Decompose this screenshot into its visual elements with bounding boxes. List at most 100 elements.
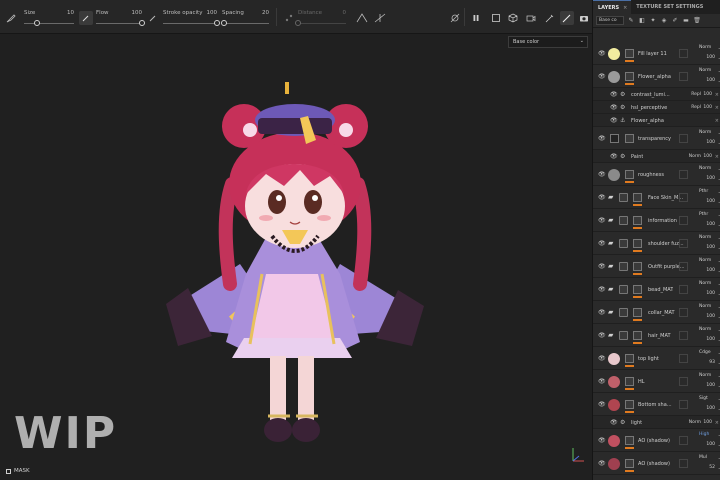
layer-row[interactable]: 👁top lightCdge⌄93⌄ <box>593 347 720 370</box>
layer-row[interactable]: 👁 ⚙ contrast_lumi... Repl 100 × <box>593 88 720 101</box>
blend-mode[interactable]: Norm <box>689 420 701 425</box>
stroke-opacity-knob[interactable] <box>214 20 220 26</box>
stroke-opacity-pen-icon[interactable] <box>146 11 160 25</box>
blend-mode[interactable]: Cdge <box>699 350 718 355</box>
opacity-value[interactable]: 100 <box>699 268 715 273</box>
layer-row[interactable]: 👁transparencyNorm⌄100⌄ <box>593 127 720 150</box>
visibility-eye-icon[interactable]: 👁 <box>598 355 606 362</box>
visibility-eye-icon[interactable]: 👁 <box>610 104 618 111</box>
opacity-value[interactable]: 100 <box>699 176 715 181</box>
layer-row[interactable]: 👁▰informationPthr⌄100⌄ <box>593 209 720 232</box>
spacing-knob[interactable] <box>221 20 228 26</box>
layer-row[interactable]: 👁▰collar_MATNorm⌄100⌄ <box>593 301 720 324</box>
visibility-eye-icon[interactable]: 👁 <box>598 309 606 316</box>
opacity-value[interactable]: 100 <box>699 314 715 319</box>
add-generator-icon[interactable]: ✦ <box>649 16 657 25</box>
layer-row[interactable]: 👁 ⚓ Flower_alpha × <box>593 114 720 127</box>
tab-layers[interactable]: LAYERS × <box>593 0 632 14</box>
close-icon[interactable]: × <box>715 105 719 111</box>
symmetry-icon[interactable] <box>355 11 369 25</box>
visibility-eye-icon[interactable]: 👁 <box>598 135 606 142</box>
delete-layer-icon[interactable]: 🗑 <box>693 16 701 25</box>
blend-mode[interactable]: High <box>699 432 718 437</box>
visibility-eye-icon[interactable]: 👁 <box>598 378 606 385</box>
visibility-eye-icon[interactable]: 👁 <box>598 240 606 247</box>
add-mask-icon[interactable]: ◧ <box>638 16 646 25</box>
close-icon[interactable]: × <box>715 154 719 160</box>
opacity-value[interactable]: 100 <box>699 55 715 60</box>
lazy-mouse-icon[interactable] <box>282 11 296 25</box>
visibility-eye-icon[interactable]: 👁 <box>598 401 606 408</box>
opacity-value[interactable]: 100 <box>699 140 715 145</box>
blend-mode[interactable]: Repl <box>691 92 701 97</box>
close-icon[interactable]: × <box>715 118 719 124</box>
layer-row[interactable]: 👁▰hair_MATNorm⌄100⌄ <box>593 324 720 347</box>
visibility-eye-icon[interactable]: 👁 <box>598 263 606 270</box>
blend-mode[interactable]: Pthr <box>699 189 718 194</box>
spacing-slider[interactable]: Spacing 20 <box>221 10 269 28</box>
screenshot-camera-icon[interactable] <box>577 11 591 25</box>
blend-mode[interactable]: Norm <box>699 327 718 332</box>
visibility-eye-icon[interactable]: 👁 <box>610 117 618 124</box>
layer-row[interactable]: 👁▰shoulder fuz...Norm⌄100⌄ <box>593 232 720 255</box>
hide-ui-icon[interactable] <box>448 11 462 25</box>
layer-row[interactable]: 👁▰Face Skin_M...Pthr⌄100⌄ <box>593 186 720 209</box>
layer-row[interactable]: 👁AO (shadow)High⌄100⌄ <box>593 429 720 452</box>
opacity-value[interactable]: 100 <box>699 442 715 447</box>
texture-set-select[interactable]: Base co <box>596 16 624 25</box>
visibility-eye-icon[interactable]: 👁 <box>610 91 618 98</box>
layer-row[interactable]: 👁 ⚙ hsl_perceptive Repl 100 × <box>593 101 720 114</box>
visibility-eye-icon[interactable]: 👁 <box>610 153 618 160</box>
opacity-value[interactable]: 100 <box>699 199 715 204</box>
symmetry-axis-icon[interactable] <box>373 11 387 25</box>
flow-knob[interactable] <box>139 20 145 26</box>
opacity-value[interactable]: 100 <box>699 291 715 296</box>
layer-row[interactable]: 👁Bottom sha...Sigt⌄100⌄ <box>593 393 720 416</box>
close-icon[interactable]: × <box>715 420 719 426</box>
opacity-value[interactable]: 100 <box>699 383 715 388</box>
layer-row[interactable]: 👁roughnessNorm⌄100⌄ <box>593 163 720 186</box>
pause-icon[interactable] <box>469 11 483 25</box>
visibility-eye-icon[interactable]: 👁 <box>598 437 606 444</box>
visibility-eye-icon[interactable]: 👁 <box>598 460 606 467</box>
blend-mode[interactable]: Norm <box>699 130 718 135</box>
layer-row[interactable]: 👁AO (shadow)Mul⌄52⌄ <box>593 452 720 475</box>
blend-mode[interactable]: Norm <box>699 166 718 171</box>
layer-row[interactable]: 👁▰Outfit purple...Norm⌄100⌄ <box>593 255 720 278</box>
opacity-value[interactable]: 93 <box>699 360 715 365</box>
layer-row[interactable]: 👁▰bead_MATNorm⌄100⌄ <box>593 278 720 301</box>
size-knob[interactable] <box>33 20 40 26</box>
blend-mode[interactable]: Norm <box>699 281 718 286</box>
visibility-eye-icon[interactable]: 👁 <box>598 217 606 224</box>
flow-slider[interactable]: Flow 100 <box>96 10 145 28</box>
layer-row[interactable]: 👁 ⚙ Paint Norm 100 × <box>593 150 720 163</box>
opacity-value[interactable]: 100 <box>703 154 712 159</box>
mask-toggle[interactable]: MASK <box>6 468 30 474</box>
opacity-value[interactable]: 100 <box>699 337 715 342</box>
blend-mode[interactable]: Norm <box>699 45 718 50</box>
visibility-eye-icon[interactable]: 👁 <box>598 73 606 80</box>
mask-checkbox[interactable] <box>6 468 11 474</box>
pen-pressure-icon[interactable] <box>79 11 93 25</box>
opacity-value[interactable]: 100 <box>699 222 715 227</box>
layer-row[interactable]: 👁HLNorm⌄100⌄ <box>593 370 720 393</box>
visibility-eye-icon[interactable]: 👁 <box>598 286 606 293</box>
distance-slider[interactable]: Distance 0 <box>295 10 346 28</box>
brush-preset-icon[interactable] <box>4 11 18 25</box>
add-paint-layer-icon[interactable]: ✐ <box>671 16 679 25</box>
visibility-eye-icon[interactable]: 👁 <box>610 419 618 426</box>
visibility-eye-icon[interactable]: 👁 <box>598 50 606 57</box>
paint-brush-icon[interactable] <box>560 11 574 25</box>
layer-row[interactable]: 👁Flower_alphaNorm⌄100⌄ <box>593 65 720 88</box>
blend-mode[interactable]: Pthr <box>699 212 718 217</box>
blend-mode[interactable]: Norm <box>699 68 718 73</box>
close-icon[interactable]: × <box>623 5 627 11</box>
camera-icon[interactable] <box>524 11 538 25</box>
layer-row[interactable]: 👁 ⚙ light Norm 100 × <box>593 416 720 429</box>
opacity-value[interactable]: 100 <box>703 105 712 110</box>
blend-mode[interactable]: Norm <box>699 235 718 240</box>
cube-view-icon[interactable] <box>506 11 520 25</box>
stroke-opacity-slider[interactable]: Stroke opacity 100 <box>163 10 220 28</box>
blend-mode[interactable]: Norm <box>699 304 718 309</box>
add-effect-icon[interactable]: ✎ <box>627 16 635 25</box>
